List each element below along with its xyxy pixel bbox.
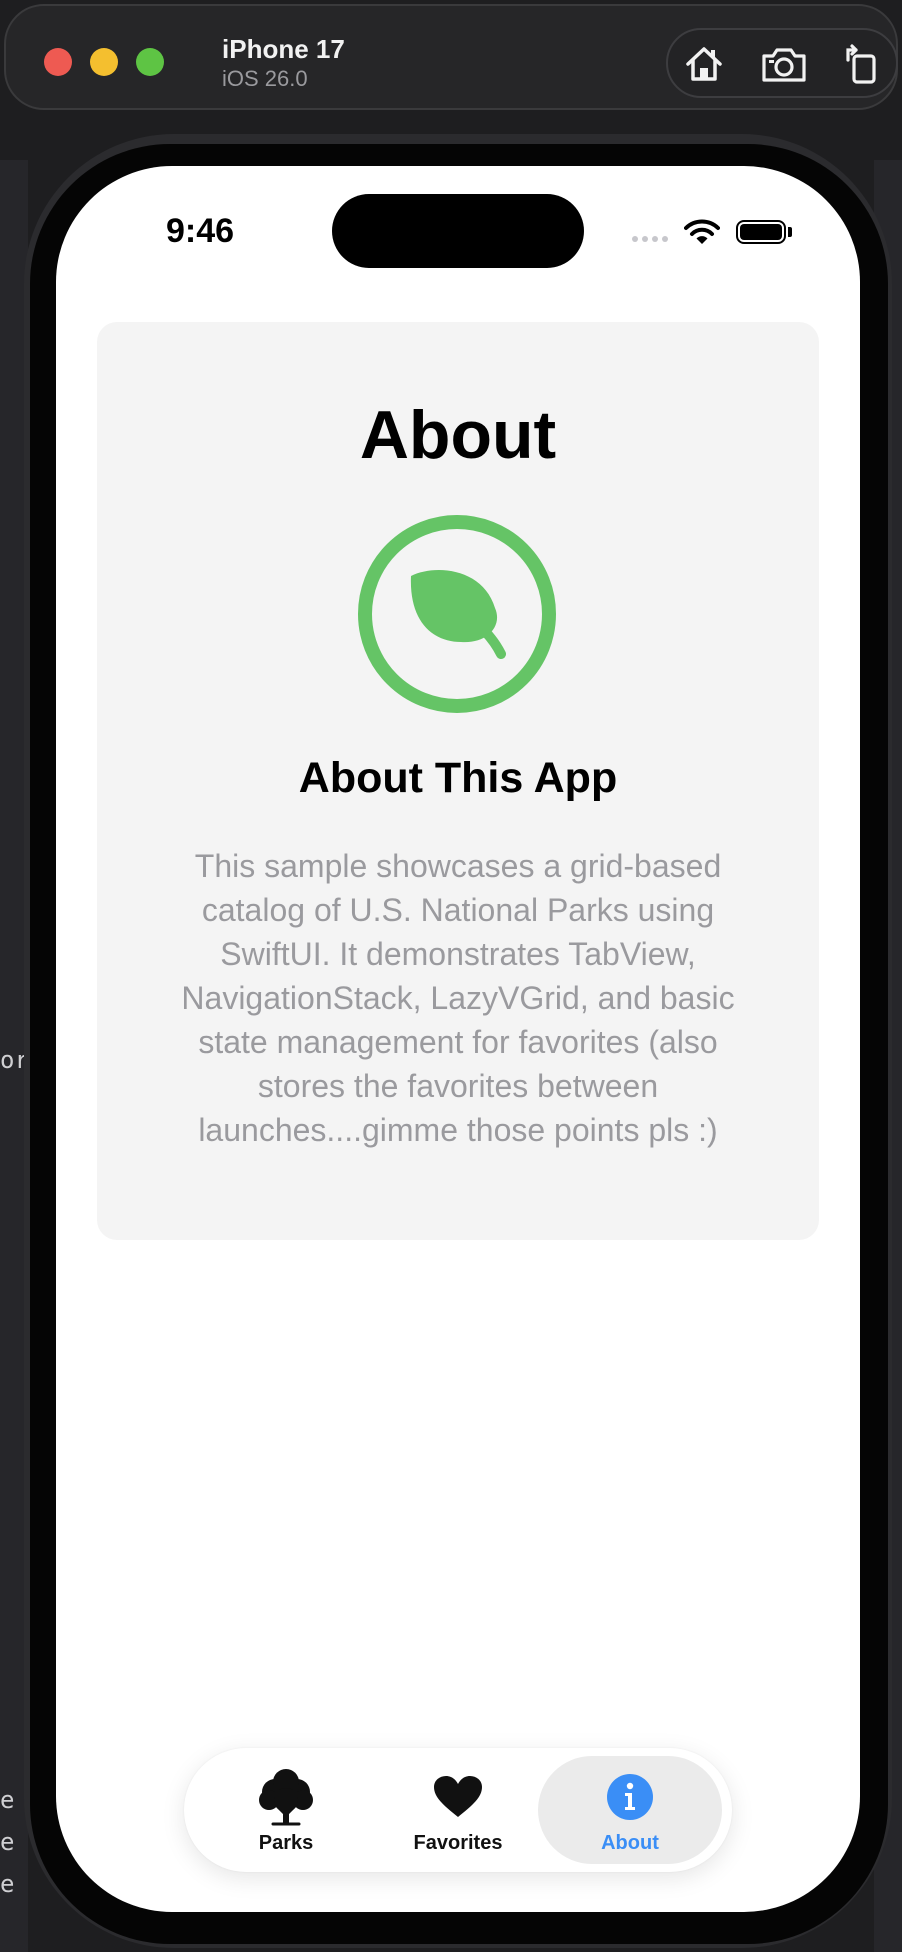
tab-parks[interactable]: Parks [194,1756,378,1864]
tab-about[interactable]: About [538,1756,722,1864]
battery-tip [788,227,792,237]
device-name: iPhone 17 [222,34,345,64]
status-time: 9:46 [166,212,235,250]
background-text: e [0,1870,15,1898]
battery-icon [736,220,786,244]
tab-label-parks: Parks [258,1832,314,1854]
tab-label-favorites: Favorites [413,1832,503,1854]
background-text: e [0,1786,15,1814]
heart-icon [434,1776,482,1817]
section-heading: About This App [298,754,618,802]
leaf-icon [358,515,556,713]
screenshot-button[interactable] [760,42,808,86]
simulator-toolbar [666,28,898,98]
cellular-signal-icon [632,236,668,242]
home-button[interactable] [680,42,728,86]
screenshot-icon [762,48,806,82]
info-icon [607,1774,653,1820]
phone-screen[interactable]: 9:46 About About This App This sample sh… [56,166,860,1912]
page-title: About [359,397,557,473]
minimize-window-button[interactable] [90,48,118,76]
simulator-title-bar: iPhone 17 iOS 26.0 [4,4,898,110]
tab-favorites[interactable]: Favorites [366,1756,550,1864]
dynamic-island [332,194,584,268]
home-icon [686,47,722,81]
tab-label-about: About [601,1832,659,1854]
background-text: e [0,1828,15,1856]
app-description: This sample showcases a grid-based catal… [181,848,735,1148]
close-window-button[interactable] [44,48,72,76]
os-version: iOS 26.0 [222,66,308,91]
zoom-window-button[interactable] [136,48,164,76]
wifi-icon [684,219,720,244]
tab-bar: Parks Favorites About [184,1748,732,1872]
rotate-icon [846,44,876,84]
tree-icon [259,1769,313,1826]
about-card: About About This App This sample showcas… [97,322,819,1240]
rotate-button[interactable] [838,42,886,86]
